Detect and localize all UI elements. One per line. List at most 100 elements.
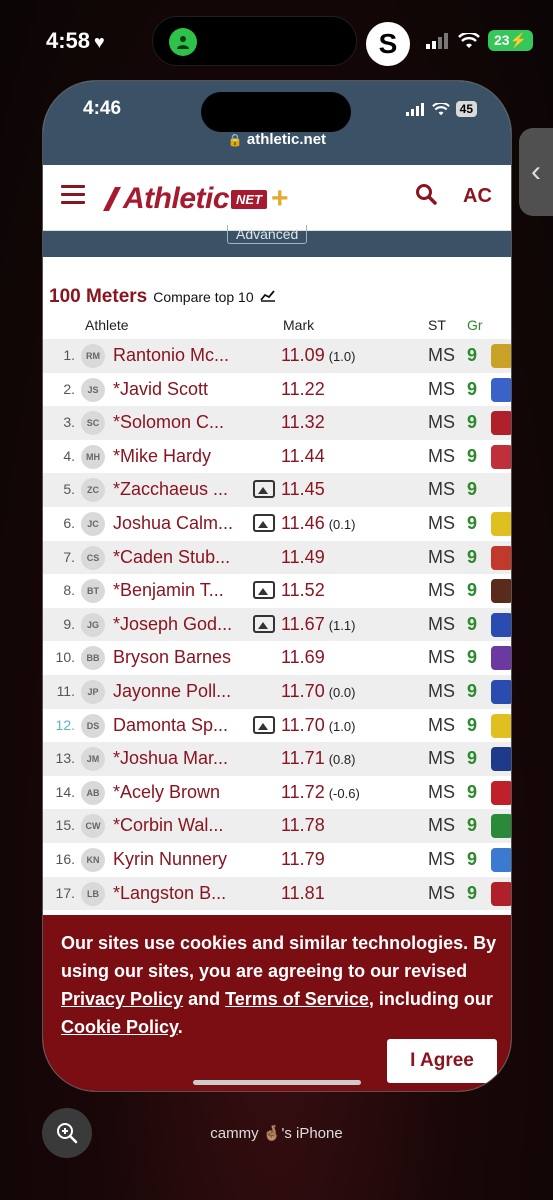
athlete-column-header[interactable]: Athlete — [85, 317, 129, 333]
avatar[interactable]: JC — [81, 511, 105, 536]
team-logo-icon[interactable] — [491, 780, 511, 805]
mark-link[interactable]: 11.79 — [281, 849, 325, 870]
team-logo-icon[interactable] — [491, 814, 511, 839]
team-logo-icon[interactable] — [491, 747, 511, 772]
team-logo-icon[interactable] — [491, 377, 511, 402]
terms-of-service-link[interactable]: Terms of Service — [225, 989, 369, 1009]
photo-icon[interactable] — [253, 581, 275, 600]
chart-trend-icon[interactable] — [259, 288, 276, 305]
table-row[interactable]: 3. SC *Solomon C... 11.32 MS 9 — [43, 406, 511, 440]
athlete-name-link[interactable]: *Joshua Mar... — [113, 748, 253, 769]
avatar[interactable]: DS — [81, 713, 105, 738]
mark-link[interactable]: 11.70 (1.0) — [281, 715, 355, 736]
photo-icon[interactable] — [253, 513, 275, 532]
state-column-header[interactable]: ST — [428, 317, 446, 333]
avatar[interactable]: CW — [81, 814, 105, 839]
mark-link[interactable]: 11.78 — [281, 815, 325, 836]
table-row[interactable]: 7. CS *Caden Stub... 11.49 MS 9 — [43, 540, 511, 575]
table-row[interactable]: 8. BT *Benjamin T... 11.52 MS 9 — [43, 574, 511, 608]
url-bar[interactable]: 🔒 athletic.net — [43, 131, 511, 148]
mark-link[interactable]: 11.70 (0.0) — [281, 681, 355, 702]
team-logo-icon[interactable] — [491, 444, 511, 469]
table-row[interactable]: 16. KN Kyrin Nunnery 11.79 MS 9 — [43, 843, 511, 877]
avatar[interactable]: JS — [81, 377, 105, 402]
athlete-name-link[interactable]: Bryson Barnes — [113, 647, 253, 668]
table-row[interactable]: 9. JG *Joseph God... 11.67 (1.1) MS 9 — [43, 607, 511, 642]
mark-link[interactable]: 11.71 (0.8) — [281, 748, 355, 769]
athlete-name-link[interactable]: *Acely Brown — [113, 782, 253, 803]
account-button[interactable]: AC — [463, 185, 492, 208]
avatar[interactable]: JM — [81, 747, 105, 772]
cookie-policy-link[interactable]: Cookie Policy — [61, 1017, 178, 1037]
athlete-name-link[interactable]: Jayonne Poll... — [113, 681, 253, 702]
team-logo-icon[interactable] — [491, 579, 511, 604]
table-row[interactable]: 4. MH *Mike Hardy 11.44 MS 9 — [43, 440, 511, 474]
avatar[interactable]: BT — [81, 579, 105, 604]
avatar[interactable]: JG — [81, 612, 105, 637]
team-logo-icon[interactable] — [491, 612, 511, 637]
table-row[interactable]: 14. AB *Acely Brown 11.72 (-0.6) MS 9 — [43, 776, 511, 810]
avatar[interactable]: MH — [81, 444, 105, 469]
mark-link[interactable]: 11.49 — [281, 547, 325, 568]
avatar[interactable]: RM — [81, 344, 105, 368]
athlete-name-link[interactable]: Kyrin Nunnery — [113, 849, 253, 870]
team-logo-icon[interactable] — [491, 511, 511, 536]
mark-link[interactable]: 11.44 — [281, 446, 325, 467]
athlete-name-link[interactable]: *Javid Scott — [113, 379, 253, 400]
table-row[interactable]: 6. JC Joshua Calm... 11.46 (0.1) MS 9 — [43, 507, 511, 541]
table-row[interactable]: 13. JM *Joshua Mar... 11.71 (0.8) MS 9 — [43, 742, 511, 776]
home-indicator[interactable] — [193, 1080, 361, 1085]
i-agree-button[interactable]: I Agree — [387, 1039, 497, 1083]
grade-column-header[interactable]: Gr — [467, 317, 483, 333]
team-logo-icon[interactable] — [491, 847, 511, 872]
table-row[interactable]: 12. DS Damonta Sp... 11.70 (1.0) MS 9 — [43, 709, 511, 743]
photo-icon[interactable] — [253, 614, 275, 633]
team-logo-icon[interactable] — [491, 344, 511, 368]
athlete-name-link[interactable]: *Joseph God... — [113, 614, 253, 635]
photo-icon[interactable] — [253, 480, 275, 499]
advanced-button[interactable]: Advanced — [227, 225, 308, 244]
mark-link[interactable]: 11.81 — [281, 883, 325, 904]
team-logo-icon[interactable] — [491, 545, 511, 570]
athlete-name-link[interactable]: Joshua Calm... — [113, 513, 253, 534]
athlete-name-link[interactable]: Damonta Sp... — [113, 715, 253, 736]
mark-link[interactable]: 11.67 (1.1) — [281, 614, 355, 635]
team-logo-icon[interactable] — [491, 679, 511, 704]
avatar[interactable]: KN — [81, 847, 105, 872]
mark-link[interactable]: 11.46 (0.1) — [281, 513, 355, 534]
hamburger-menu-icon[interactable] — [61, 185, 85, 205]
athlete-name-link[interactable]: *Mike Hardy — [113, 446, 253, 467]
athlete-name-link[interactable]: *Caden Stub... — [113, 547, 253, 568]
photo-icon[interactable] — [253, 715, 275, 734]
table-row[interactable]: 2. JS *Javid Scott 11.22 MS 9 — [43, 373, 511, 407]
compare-top-link[interactable]: Compare top 10 — [153, 289, 253, 305]
side-collapse-tab[interactable]: ‹ — [519, 128, 553, 216]
avatar[interactable]: CS — [81, 545, 105, 570]
athletic-net-logo[interactable]: Athletic NET + — [101, 179, 289, 219]
table-row[interactable]: 11. JP Jayonne Poll... 11.70 (0.0) MS 9 — [43, 674, 511, 709]
mark-link[interactable]: 11.52 — [281, 580, 325, 601]
team-logo-icon[interactable] — [491, 646, 511, 671]
mark-link[interactable]: 11.09 (1.0) — [281, 345, 355, 366]
team-logo-icon[interactable] — [491, 881, 511, 906]
mark-link[interactable]: 11.72 (-0.6) — [281, 782, 360, 803]
table-row[interactable]: 17. LB *Langston B... 11.81 MS 9 — [43, 876, 511, 911]
athlete-name-link[interactable]: *Benjamin T... — [113, 580, 253, 601]
athlete-name-link[interactable]: *Solomon C... — [113, 412, 253, 433]
avatar[interactable]: BB — [81, 646, 105, 671]
mark-link[interactable]: 11.69 — [281, 647, 325, 668]
mark-column-header[interactable]: Mark — [283, 317, 314, 333]
avatar[interactable]: JP — [81, 679, 105, 704]
dynamic-island-pill[interactable] — [152, 16, 357, 66]
team-logo-icon[interactable] — [491, 411, 511, 436]
avatar[interactable]: SC — [81, 411, 105, 436]
table-row[interactable]: 10. BB Bryson Barnes 11.69 MS 9 — [43, 641, 511, 675]
table-row[interactable]: 1. RM Rantonio Mc... 11.09 (1.0) MS 9 — [43, 339, 511, 373]
athlete-name-link[interactable]: *Langston B... — [113, 883, 253, 904]
avatar[interactable]: LB — [81, 881, 105, 906]
team-logo-icon[interactable] — [491, 713, 511, 738]
athlete-name-link[interactable]: *Corbin Wal... — [113, 815, 253, 836]
avatar[interactable]: AB — [81, 780, 105, 805]
search-icon[interactable] — [415, 183, 437, 211]
table-row[interactable]: 5. ZC *Zacchaeus ... 11.45 MS 9 — [43, 473, 511, 507]
